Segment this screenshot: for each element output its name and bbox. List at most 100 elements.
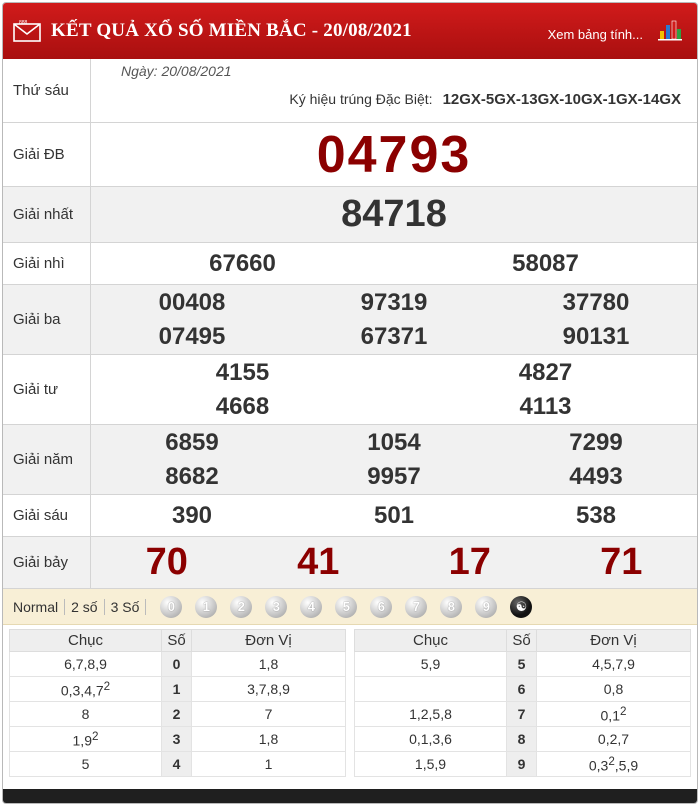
prize-number: 00408	[158, 288, 226, 316]
cell-chuc: 1,2,5,8	[354, 701, 507, 727]
cell-so: 0	[161, 651, 192, 677]
results-panel: 888 KẾT QUẢ XỔ SỐ MIỀN BẮC - 20/08/2021 …	[2, 2, 698, 804]
col-header-donvi: Đơn Vị	[536, 629, 691, 652]
digit-ball-1[interactable]: 1	[195, 595, 218, 618]
col-header-chuc: Chục	[354, 629, 507, 652]
prize-row-nam: Giải năm 6859 1054 7299 8682 9957 4493	[3, 425, 697, 495]
prize-number: 501	[373, 501, 415, 529]
digit-ball-4[interactable]: 4	[300, 595, 323, 618]
yin-yang-icon[interactable]: ☯	[510, 595, 533, 618]
digit-ball-6[interactable]: 6	[370, 595, 393, 618]
col-header-so: Số	[161, 629, 192, 652]
prize-row-tu: Giải tư 4155 4827 4668 4113	[3, 355, 697, 425]
cell-donvi: 0,12	[536, 701, 691, 727]
prize-number: 37780	[562, 288, 630, 316]
bar-chart-icon[interactable]	[657, 19, 683, 41]
envelope-icon: 888	[13, 20, 43, 42]
cell-chuc-text: 1,9	[72, 732, 92, 749]
prize-number: 84718	[341, 193, 447, 235]
option-normal[interactable]: Normal	[13, 598, 66, 615]
cell-chuc: 0,1,3,6	[354, 726, 507, 752]
prize-number: 390	[171, 501, 213, 529]
digit-ball-0[interactable]: 0	[160, 595, 183, 618]
digit-ball-9[interactable]: 9	[475, 595, 498, 618]
digit-ball-2[interactable]: 2	[230, 595, 253, 618]
cell-so: 2	[161, 701, 192, 727]
cell-chuc: 6,7,8,9	[9, 651, 162, 677]
prize-number: 1054	[367, 428, 421, 456]
cell-so: 8	[506, 726, 537, 752]
table-row: 1,2,5,8 7 0,12	[354, 701, 691, 727]
cell-so: 7	[506, 701, 537, 727]
table-row: 6 0,8	[354, 676, 691, 702]
prize-number: 97319	[360, 288, 428, 316]
prize-row-sau: Giải sáu 390 501 538	[3, 495, 697, 537]
cell-so: 1	[161, 676, 192, 702]
cell-chuc-sup: 2	[91, 729, 99, 743]
prize-row-ba: Giải ba 00408 97319 37780 07495 67371 90…	[3, 285, 697, 355]
cell-chuc: 1,5,9	[354, 751, 507, 777]
special-code-label: Ký hiệu trúng Đặc Biệt:	[289, 91, 433, 107]
cell-so: 4	[161, 751, 192, 777]
prize-number: 7299	[569, 428, 623, 456]
cell-donvi: 0,32,5,9	[536, 751, 691, 777]
table-row: 6,7,8,9 0 1,8	[9, 651, 346, 677]
prize-number: 67660	[209, 249, 276, 277]
prize-number: 58087	[512, 249, 579, 277]
cell-donvi-sup: 2	[619, 704, 627, 718]
digit-ball-8[interactable]: 8	[440, 595, 463, 618]
prize-number: 4493	[569, 462, 623, 490]
view-table-link[interactable]: Xem bảng tính...	[548, 27, 643, 42]
prize-label: Giải năm	[3, 425, 91, 494]
digit-ball-7[interactable]: 7	[405, 595, 428, 618]
cell-donvi: 4,5,7,9	[536, 651, 691, 677]
cell-donvi: 1,8	[191, 651, 346, 677]
table-row: 1,5,9 9 0,32,5,9	[354, 751, 691, 777]
prize-number: 67371	[360, 322, 428, 350]
table-row: 8 2 7	[9, 701, 346, 727]
prize-label: Giải nhất	[3, 187, 91, 242]
col-header-chuc: Chục	[9, 629, 162, 652]
prize-number: 6859	[165, 428, 219, 456]
cell-chuc	[354, 676, 507, 702]
digit-ball-5[interactable]: 5	[335, 595, 358, 618]
cell-so: 9	[506, 751, 537, 777]
cell-chuc: 1,92	[9, 726, 162, 752]
cell-donvi-pre: 0,3	[588, 757, 609, 774]
draw-info-row: Thứ sáu Ngày: 20/08/2021 Ký hiệu trúng Đ…	[3, 59, 697, 123]
prize-number: 41	[297, 541, 340, 583]
cell-donvi: 1,8	[191, 726, 346, 752]
col-header-donvi: Đơn Vị	[191, 629, 346, 652]
prize-row-nhi: Giải nhì 67660 58087	[3, 243, 697, 285]
table-row: 5 4 1	[9, 751, 346, 777]
cell-so: 6	[506, 676, 537, 702]
prize-number: 17	[448, 541, 491, 583]
cell-donvi-text: 0,1	[600, 707, 620, 724]
prize-number: 71	[600, 541, 643, 583]
option-3-so[interactable]: 3 Số	[105, 598, 147, 615]
prize-number: 4113	[519, 392, 572, 420]
prize-label: Giải sáu	[3, 495, 91, 536]
loto-tables: Chục Số Đơn Vị 6,7,8,9 0 1,8 0,3,4,72 1 …	[9, 629, 691, 777]
prize-label: Giải ba	[3, 285, 91, 354]
footer-bar	[3, 789, 697, 803]
prize-number: 4668	[215, 392, 270, 420]
prize-number: 8682	[165, 462, 219, 490]
cell-chuc-text: 0,3,4,7	[60, 682, 104, 699]
prize-number: 9957	[367, 462, 421, 490]
prize-label: Giải nhì	[3, 243, 91, 284]
table-row: 0,3,4,72 1 3,7,8,9	[9, 676, 346, 702]
col-header-so: Số	[506, 629, 537, 652]
special-code-value: 12GX-5GX-13GX-10GX-1GX-14GX	[442, 91, 681, 108]
prize-number: 70	[145, 541, 188, 583]
cell-donvi-text: ,5,9	[614, 757, 639, 774]
digit-ball-3[interactable]: 3	[265, 595, 288, 618]
option-2-so[interactable]: 2 số	[65, 598, 105, 615]
loto-table-left: Chục Số Đơn Vị 6,7,8,9 0 1,8 0,3,4,72 1 …	[9, 629, 346, 777]
prize-number: 90131	[562, 322, 630, 350]
cell-chuc: 0,3,4,72	[9, 676, 162, 702]
cell-so: 5	[506, 651, 537, 677]
cell-donvi: 0,2,7	[536, 726, 691, 752]
prize-label: Giải bảy	[3, 537, 91, 588]
prize-row-bay: Giải bảy 70 41 17 71	[3, 537, 697, 589]
